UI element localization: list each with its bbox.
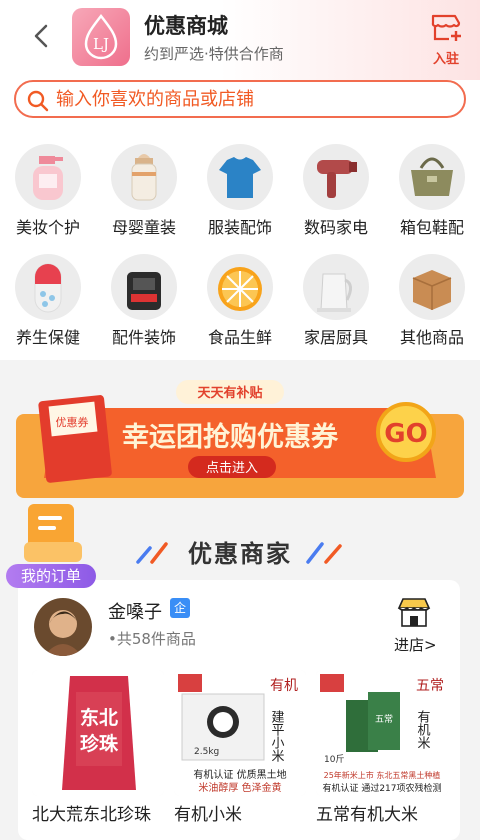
car-accessory-icon [127,272,161,310]
category-label: 箱包鞋配 [399,218,464,237]
category-label: 服装配饰 [207,218,272,237]
order-list-icon [24,504,82,562]
baby-bottle-icon [131,154,157,201]
verified-badge: 企 [170,598,190,618]
banner-cta-button[interactable]: 点击进入 [206,461,258,476]
back-arrow-icon[interactable] [30,22,54,50]
category-baby[interactable]: 母婴童装 [96,144,192,244]
category-cosmetics[interactable]: 美妆个护 [0,144,96,244]
kettle-icon [317,273,352,312]
product-image: 东北 珍珠 [32,670,164,796]
settle-label: 入驻 [432,52,459,67]
handbag-icon [411,157,453,196]
search-bar[interactable] [14,80,466,118]
avatar [34,598,92,656]
header: LJ 优惠商城 约到严选·特供合作商 入驻 [0,0,480,76]
category-food[interactable]: 食品生鲜 [192,254,288,354]
category-label: 母婴童装 [111,218,176,237]
product-image: 五常 五常 有机米 10斤 25年新米上市 东北五常黑土种植 有机认证 通过21… [316,670,448,796]
product-name: 五常有机大米 [316,805,418,825]
category-bags[interactable]: 箱包鞋配 [384,144,480,244]
category-home[interactable]: 家居厨具 [288,254,384,354]
promo-banner[interactable]: 优惠券 天天有补贴 幸运团抢购优惠券 点击进入 GO [16,378,464,498]
product-name: 有机小米 [174,805,242,825]
page-subtitle: 约到严选·特供合作商 [144,45,284,63]
category-label: 养生保健 [15,328,80,347]
category-label: 其他商品 [399,328,464,347]
product-image: 有机 建平小米 2.5kg 有机认证 优质黑土地 米油醇厚 色泽金黄 [174,670,306,796]
orange-icon [218,267,262,311]
svg-text:有机认证 优质黑土地: 有机认证 优质黑土地 [193,768,286,781]
category-apparel[interactable]: 服装配饰 [192,144,288,244]
category-label: 美妆个护 [15,218,80,237]
merchant-card[interactable]: 金嗓子 企 •共58件商品 进店> 东北 珍珠 北大荒东北珍珠 有机 建平小米 … [18,580,460,840]
svg-text:五常: 五常 [416,678,444,694]
banner-badge: 天天有补贴 [197,385,262,401]
search-input[interactable] [56,86,456,112]
my-orders-label[interactable]: 我的订单 [6,564,96,588]
category-label: 数码家电 [303,218,368,237]
category-other[interactable]: 其他商品 [384,254,480,354]
search-icon [27,90,49,112]
svg-text:五常: 五常 [375,713,393,725]
product-name: 北大荒东北珍珠 [32,805,151,825]
banner-headline: 幸运团抢购优惠券 [122,421,339,453]
coupon-label: 优惠券 [56,415,89,429]
tshirt-icon [219,157,261,198]
page-title: 优惠商城 [144,14,228,38]
category-accessories[interactable]: 配件装饰 [96,254,192,354]
banner-go-coin: GO [384,419,427,449]
shop-logo: LJ [72,8,130,66]
store-plus-icon [431,14,461,41]
category-label: 家居厨具 [303,328,368,347]
slash-decoration-icon [136,542,168,564]
merchant-name: 金嗓子 [108,602,162,623]
cosmetics-bottle-icon [33,156,63,200]
settle-in-button[interactable]: 入驻 [428,12,464,67]
svg-text:有机: 有机 [270,678,298,694]
slash-decoration-icon [306,542,342,564]
category-label: 食品生鲜 [207,328,272,347]
svg-text:建平小米: 建平小米 [269,710,285,762]
merchant-product-count: •共58件商品 [108,630,196,648]
svg-text:米油醇厚 色泽金黄: 米油醇厚 色泽金黄 [198,781,281,794]
section-title: 优惠商家 [188,540,292,568]
svg-text:2.5kg: 2.5kg [194,747,219,757]
svg-text:25年新米上市 东北五常黑土种植: 25年新米上市 东北五常黑土种植 [324,770,441,780]
category-label: 配件装饰 [111,328,176,347]
svg-text:有机认证 通过217项农残检测: 有机认证 通过217项农残检测 [322,782,441,794]
svg-text:珍珠: 珍珠 [80,732,119,755]
category-health[interactable]: 养生保健 [0,254,96,354]
capsule-icon [34,263,62,313]
svg-text:有机米: 有机米 [415,710,431,749]
package-box-icon [412,270,452,310]
enter-shop-link[interactable]: 进店> [394,634,437,655]
shop-icon[interactable] [396,596,432,628]
hair-dryer-icon [317,160,357,198]
category-electronics[interactable]: 数码家电 [288,144,384,244]
svg-text:10斤: 10斤 [324,754,344,765]
svg-text:LJ: LJ [93,35,109,53]
svg-text:东北: 东北 [80,706,118,729]
